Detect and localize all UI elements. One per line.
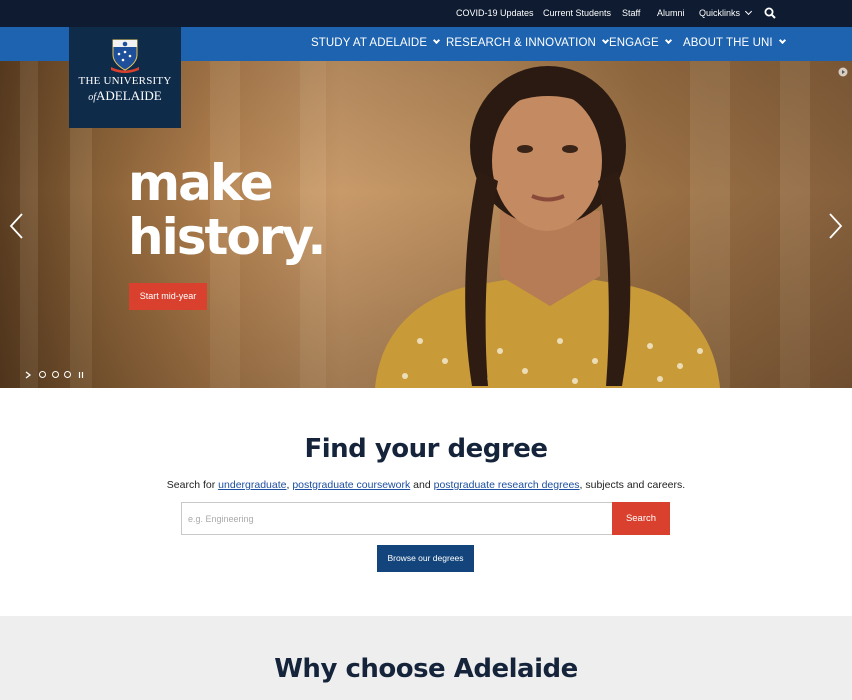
headline-line1: make bbox=[128, 154, 274, 212]
find-degree-title: Find your degree bbox=[304, 434, 549, 464]
crest-icon bbox=[111, 39, 139, 73]
prev-arrow-icon[interactable] bbox=[7, 211, 27, 241]
start-mid-year-button[interactable]: Start mid-year bbox=[129, 283, 207, 310]
quicklinks-label: Quicklinks bbox=[699, 8, 741, 18]
search-icon[interactable] bbox=[764, 7, 776, 19]
chevron-down-icon bbox=[601, 36, 609, 45]
degree-search-field[interactable] bbox=[181, 502, 613, 535]
covid-updates-link[interactable]: COVID-19 Updates bbox=[456, 0, 534, 27]
headline-line2: history. bbox=[128, 208, 326, 266]
why-choose-title: Why choose Adelaide bbox=[274, 654, 578, 684]
pause-icon[interactable] bbox=[78, 371, 84, 379]
desc-suffix: , subjects and careers. bbox=[579, 479, 686, 491]
chevron-down-icon bbox=[433, 36, 441, 45]
nav-label: STUDY AT ADELAIDE bbox=[311, 37, 428, 49]
quicklinks-menu[interactable]: Quicklinks bbox=[699, 0, 753, 27]
carousel-dot[interactable] bbox=[39, 371, 46, 378]
next-arrow-icon[interactable] bbox=[825, 211, 845, 241]
alumni-link[interactable]: Alumni bbox=[657, 0, 685, 27]
nav-engage[interactable]: ENGAGE bbox=[609, 27, 672, 61]
chevron-down-icon bbox=[664, 36, 672, 45]
logo-line1: THE UNIVERSITY bbox=[78, 75, 172, 87]
why-choose-section: Why choose Adelaide bbox=[0, 616, 852, 700]
degree-search-input[interactable] bbox=[182, 503, 612, 534]
undergraduate-link[interactable]: undergraduate bbox=[218, 479, 286, 491]
chevron-down-icon bbox=[744, 7, 753, 16]
nav-about-the-uni[interactable]: ABOUT THE UNI bbox=[683, 27, 786, 61]
logo-line2: ofADELAIDE bbox=[69, 88, 181, 104]
video-control-icon[interactable] bbox=[838, 67, 848, 77]
desc-and: and bbox=[413, 479, 431, 491]
desc-prefix: Search for bbox=[166, 479, 216, 491]
nav-label: ABOUT THE UNI bbox=[683, 37, 773, 49]
nav-study-at-adelaide[interactable]: STUDY AT ADELAIDE bbox=[311, 27, 441, 61]
browse-degrees-button[interactable]: Browse our degrees bbox=[377, 545, 474, 572]
find-degree-description: Search for undergraduate, postgraduate c… bbox=[166, 479, 686, 491]
postgraduate-coursework-link[interactable]: postgraduate coursework bbox=[292, 479, 410, 491]
staff-link[interactable]: Staff bbox=[622, 0, 640, 27]
nav-label: RESEARCH & INNOVATION bbox=[446, 37, 596, 49]
utility-bar: COVID-19 Updates Current Students Staff … bbox=[0, 0, 852, 27]
hero-portrait bbox=[375, 66, 720, 388]
play-icon[interactable] bbox=[25, 371, 32, 379]
carousel-dot[interactable] bbox=[52, 371, 59, 378]
postgraduate-research-link[interactable]: postgraduate research degrees bbox=[434, 479, 580, 491]
university-logo[interactable]: THE UNIVERSITY ofADELAIDE bbox=[69, 27, 181, 128]
nav-label: ENGAGE bbox=[609, 37, 659, 49]
logo-of: of bbox=[88, 92, 97, 103]
logo-adelaide: ADELAIDE bbox=[96, 88, 162, 103]
nav-research-innovation[interactable]: RESEARCH & INNOVATION bbox=[446, 27, 609, 61]
carousel-dot[interactable] bbox=[64, 371, 71, 378]
search-button[interactable]: Search bbox=[612, 502, 670, 535]
hero-headline: make history. bbox=[128, 154, 326, 266]
current-students-link[interactable]: Current Students bbox=[543, 0, 611, 27]
chevron-down-icon bbox=[778, 36, 786, 45]
